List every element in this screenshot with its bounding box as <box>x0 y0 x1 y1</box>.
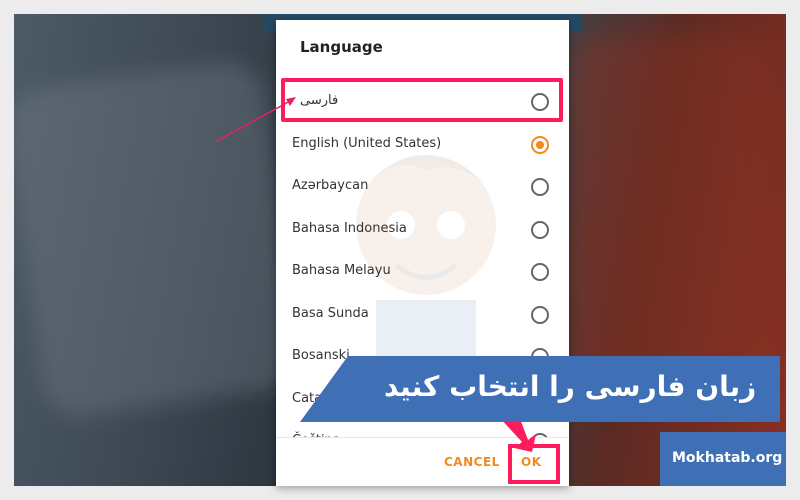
farsi-highlight-box <box>281 78 563 122</box>
language-option-label: Bahasa Melayu <box>292 263 391 278</box>
site-label: Mokhatab.org <box>672 450 783 466</box>
cancel-button[interactable]: CANCEL <box>444 455 500 469</box>
language-option[interactable]: Bahasa Indonesia <box>276 209 569 251</box>
dialog-title: Language <box>300 38 383 56</box>
language-option[interactable]: English (United States) <box>276 124 569 166</box>
language-option[interactable]: Bahasa Melayu <box>276 251 569 293</box>
radio-button[interactable] <box>531 178 549 196</box>
background-blur-right <box>566 34 776 394</box>
language-option-label: Basa Sunda <box>292 305 369 321</box>
language-option-label: English (United States) <box>292 135 442 151</box>
instruction-banner: زبان فارسی را انتخاب کنید <box>300 356 780 422</box>
banner-text: زبان فارسی را انتخاب کنید <box>384 370 757 403</box>
radio-button[interactable] <box>531 305 549 324</box>
language-option-label: Azərbaycan <box>292 178 369 193</box>
ok-highlight-box <box>508 444 560 484</box>
radio-button[interactable] <box>531 220 549 239</box>
background-blur-left <box>14 57 306 421</box>
site-badge: Mokhatab.org <box>660 432 786 486</box>
radio-button[interactable] <box>531 263 549 281</box>
language-option-label: Bahasa Indonesia <box>292 220 407 236</box>
language-option[interactable]: Basa Sunda <box>276 294 569 336</box>
language-option[interactable]: Azərbaycan <box>276 166 569 208</box>
radio-button[interactable] <box>531 135 549 154</box>
